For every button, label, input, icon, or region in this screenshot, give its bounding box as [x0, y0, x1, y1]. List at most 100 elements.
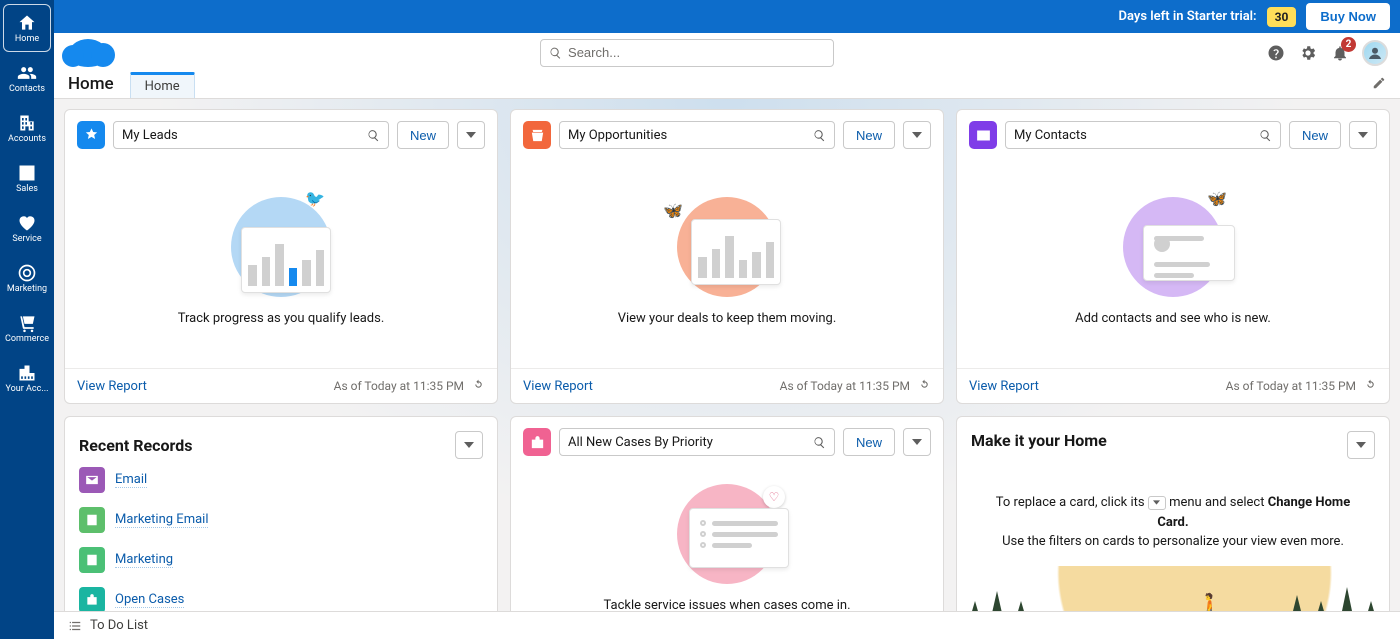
contacts-empty-text: Add contacts and see who is new. — [1075, 311, 1271, 326]
global-header: 2 — [54, 33, 1400, 72]
inline-caret-icon — [1148, 496, 1166, 510]
cases-card-menu[interactable] — [903, 428, 931, 456]
trial-banner: Days left in Starter trial: 30 Buy Now — [0, 0, 1400, 33]
cases-new-button[interactable]: New — [843, 428, 895, 456]
leads-empty-state: 🐦 Track progress as you qualify leads. — [65, 155, 497, 368]
opps-refresh-icon[interactable] — [918, 378, 931, 394]
opportunities-card: My Opportunities New 🦋 View your deals t… — [510, 109, 944, 404]
opps-filter-label: My Opportunities — [568, 128, 667, 143]
make-home-text: To replace a card, click its menu and se… — [957, 473, 1389, 558]
page-title: Home — [68, 74, 114, 98]
contacts-card: My Contacts New 🦋 — [956, 109, 1390, 404]
contacts-asof: As of Today at 11:35 PM — [1226, 379, 1356, 393]
make-home-card: Make it your Home To replace a card, cli… — [956, 416, 1390, 611]
recent-card-menu[interactable] — [455, 431, 483, 459]
todo-icon — [68, 619, 82, 633]
leads-refresh-icon[interactable] — [472, 378, 485, 394]
recent-item-label[interactable]: Marketing Email — [115, 512, 208, 528]
nav-service-label: Service — [12, 235, 41, 244]
recent-item[interactable]: Open Cases — [79, 587, 483, 611]
nav-your-account[interactable]: Your Acc... — [3, 354, 51, 402]
contacts-empty-state: 🦋 Add contacts and see who is new. — [957, 155, 1389, 368]
search-icon — [549, 46, 562, 60]
case-icon — [523, 428, 551, 456]
avatar-icon — [1366, 44, 1384, 62]
office-icon — [17, 363, 37, 383]
nav-accounts[interactable]: Accounts — [3, 104, 51, 152]
opps-empty-state: 🦋 View your deals to keep them moving. — [511, 155, 943, 368]
recent-item-label[interactable]: Email — [115, 472, 147, 488]
nav-contacts-label: Contacts — [9, 85, 45, 94]
search-icon — [1259, 129, 1272, 142]
search-icon — [813, 436, 826, 449]
recent-records-card: Recent Records Email Marketing Email Mar… — [64, 416, 498, 611]
nav-sales-label: Sales — [16, 185, 38, 194]
tab-home[interactable]: Home — [130, 72, 195, 98]
setup-gear-icon[interactable] — [1298, 43, 1318, 63]
campaign-icon — [79, 547, 105, 573]
contacts-filter-select[interactable]: My Contacts — [1005, 121, 1281, 149]
help-icon[interactable] — [1266, 43, 1286, 63]
recent-item[interactable]: Marketing — [79, 547, 483, 573]
cart-icon — [17, 313, 37, 333]
trial-text: Days left in Starter trial: — [1119, 9, 1257, 24]
opportunity-icon — [523, 121, 551, 149]
leads-card: My Leads New 🐦 Track progress as you qua… — [64, 109, 498, 404]
nav-contacts[interactable]: Contacts — [3, 54, 51, 102]
people-icon — [17, 63, 37, 83]
recent-item[interactable]: Email — [79, 467, 483, 493]
search-input[interactable] — [568, 45, 825, 60]
leads-new-button[interactable]: New — [397, 121, 449, 149]
buy-now-button[interactable]: Buy Now — [1306, 3, 1390, 30]
chart-icon — [17, 163, 37, 183]
contacts-new-button[interactable]: New — [1289, 121, 1341, 149]
opps-card-menu[interactable] — [903, 121, 931, 149]
trial-days-badge: 30 — [1267, 7, 1297, 27]
nav-youracc-label: Your Acc... — [6, 385, 49, 394]
email-icon — [79, 467, 105, 493]
opps-view-report-link[interactable]: View Report — [523, 379, 593, 394]
contacts-filter-label: My Contacts — [1014, 128, 1087, 143]
mh-text-b: menu and select — [1169, 495, 1268, 510]
user-avatar[interactable] — [1362, 40, 1388, 66]
leads-view-report-link[interactable]: View Report — [77, 379, 147, 394]
lead-icon — [77, 121, 105, 149]
mh-text2: Use the filters on cards to personalize … — [1002, 534, 1344, 549]
nav-home-label: Home — [15, 35, 39, 44]
cases-card: All New Cases By Priority New ♡ Tackle s… — [510, 416, 944, 611]
nav-marketing[interactable]: Marketing — [3, 254, 51, 302]
recent-records-title: Recent Records — [79, 436, 192, 455]
contacts-refresh-icon[interactable] — [1364, 378, 1377, 394]
cases-filter-label: All New Cases By Priority — [568, 435, 713, 450]
opps-asof: As of Today at 11:35 PM — [780, 379, 910, 393]
leads-filter-select[interactable]: My Leads — [113, 121, 389, 149]
context-bar: Home Home — [54, 72, 1400, 99]
recent-item-label[interactable]: Open Cases — [115, 592, 184, 608]
cases-empty-state: ♡ Tackle service issues when cases come … — [511, 462, 943, 611]
cases-filter-select[interactable]: All New Cases By Priority — [559, 428, 835, 456]
notifications-icon[interactable]: 2 — [1330, 43, 1350, 63]
heart-icon — [17, 213, 37, 233]
nav-service[interactable]: Service — [3, 204, 51, 252]
edit-home-icon[interactable] — [1372, 76, 1386, 94]
opps-new-button[interactable]: New — [843, 121, 895, 149]
mh-text-a: To replace a card, click its — [996, 495, 1148, 510]
hiker-illustration: 🚶 — [957, 566, 1389, 612]
home-icon — [17, 13, 37, 33]
recent-item[interactable]: Marketing Email — [79, 507, 483, 533]
nav-home[interactable]: Home — [3, 4, 51, 52]
recent-item-label[interactable]: Marketing — [115, 552, 173, 568]
cases-empty-text: Tackle service issues when cases come in… — [603, 598, 850, 611]
salesforce-logo[interactable] — [68, 39, 108, 67]
nav-commerce[interactable]: Commerce — [3, 304, 51, 352]
nav-sales[interactable]: Sales — [3, 154, 51, 202]
opps-filter-select[interactable]: My Opportunities — [559, 121, 835, 149]
make-home-menu[interactable] — [1347, 431, 1375, 459]
nav-accounts-label: Accounts — [8, 135, 46, 144]
building-icon — [17, 113, 37, 133]
contacts-card-menu[interactable] — [1349, 121, 1377, 149]
leads-card-menu[interactable] — [457, 121, 485, 149]
global-search[interactable] — [540, 39, 834, 67]
todo-button[interactable]: To Do List — [90, 618, 148, 633]
contacts-view-report-link[interactable]: View Report — [969, 379, 1039, 394]
